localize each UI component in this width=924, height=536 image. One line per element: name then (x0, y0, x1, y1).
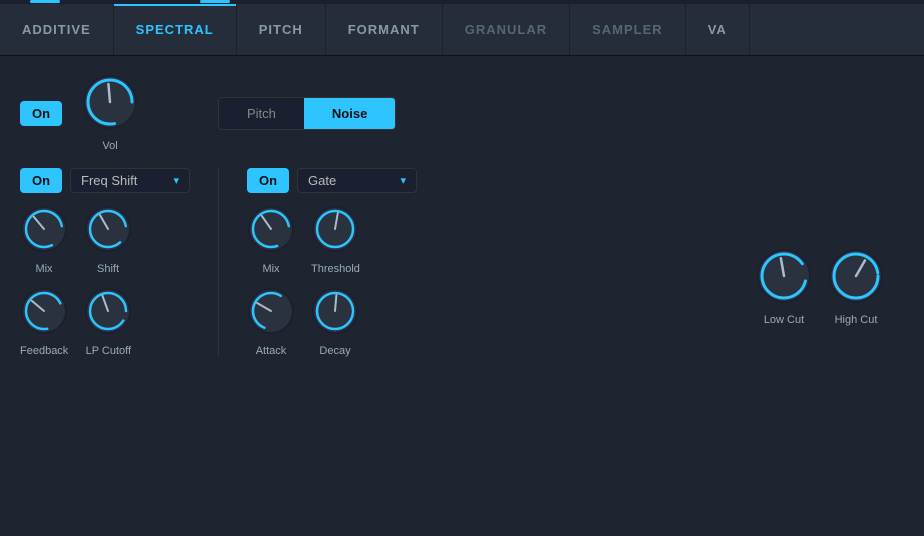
gate-knobs-top: Mix Threshold (247, 205, 417, 275)
freq-shift-arrow-icon: ▾ (173, 174, 179, 187)
low-cut-knob-container: Low Cut (756, 248, 812, 326)
filter-section: Low Cut High Cut (756, 248, 884, 326)
freq-shift-mix-knob[interactable] (20, 205, 68, 253)
freq-shift-mix-label: Mix (35, 263, 52, 275)
tab-additive[interactable]: ADDITIVE (0, 4, 114, 55)
gate-dropdown[interactable]: Gate ▾ (297, 168, 417, 193)
gate-arrow-icon: ▾ (400, 174, 406, 187)
row2: On Freq Shift ▾ Mix (20, 168, 904, 357)
gate-group: On Gate ▾ Mix (247, 168, 417, 357)
vol-knob[interactable] (82, 74, 138, 130)
attack-label: Attack (256, 345, 287, 357)
noise-button[interactable]: Noise (304, 98, 395, 129)
vol-knob-container: Vol (82, 74, 138, 152)
decay-knob-container: Decay (311, 287, 359, 357)
pitch-button[interactable]: Pitch (219, 98, 304, 129)
gate-on-button[interactable]: On (247, 168, 289, 193)
tab-formant[interactable]: FORMANT (326, 4, 443, 55)
freq-shift-group: On Freq Shift ▾ Mix (20, 168, 190, 357)
tab-granular[interactable]: GRANULAR (443, 4, 570, 55)
threshold-knob-container: Threshold (311, 205, 360, 275)
attack-knob[interactable] (247, 287, 295, 335)
gate-mix-label: Mix (262, 263, 279, 275)
tab-sampler[interactable]: SAMPLER (570, 4, 686, 55)
tab-pitch[interactable]: PITCH (237, 4, 326, 55)
decay-label: Decay (319, 345, 350, 357)
main-panel: On Vol Pitch Noise On Freq Shift ▾ (0, 56, 924, 536)
freq-shift-knobs-bottom: Feedback LP Cutoff (20, 287, 190, 357)
decay-knob[interactable] (311, 287, 359, 335)
tab-spectral[interactable]: SPECTRAL (114, 4, 237, 55)
filter-knobs: Low Cut High Cut (756, 248, 884, 326)
gate-header: On Gate ▾ (247, 168, 417, 193)
row1: On Vol Pitch Noise (20, 74, 904, 152)
lp-cutoff-knob[interactable] (84, 287, 132, 335)
gate-mix-knob[interactable] (247, 205, 295, 253)
high-cut-label: High Cut (835, 314, 878, 326)
freq-shift-dropdown[interactable]: Freq Shift ▾ (70, 168, 190, 193)
feedback-label: Feedback (20, 345, 68, 357)
lp-cutoff-knob-container: LP Cutoff (84, 287, 132, 357)
gate-knobs-bottom: Attack Decay (247, 287, 417, 357)
freq-shift-shift-knob-container: Shift (84, 205, 132, 275)
separator (218, 168, 219, 357)
tab-va[interactable]: VA (686, 4, 750, 55)
pitch-noise-group: Pitch Noise (218, 97, 396, 130)
vol-on-button[interactable]: On (20, 101, 62, 126)
freq-shift-shift-knob[interactable] (84, 205, 132, 253)
threshold-knob[interactable] (311, 205, 359, 253)
vol-label: Vol (102, 140, 117, 152)
gate-mix-knob-container: Mix (247, 205, 295, 275)
threshold-label: Threshold (311, 263, 360, 275)
freq-shift-on-button[interactable]: On (20, 168, 62, 193)
freq-shift-knobs-top: Mix Shift (20, 205, 190, 275)
attack-knob-container: Attack (247, 287, 295, 357)
high-cut-knob-container: High Cut (828, 248, 884, 326)
high-cut-knob[interactable] (828, 248, 884, 304)
low-cut-label: Low Cut (764, 314, 804, 326)
feedback-knob[interactable] (20, 287, 68, 335)
freq-shift-shift-label: Shift (97, 263, 119, 275)
low-cut-knob[interactable] (756, 248, 812, 304)
feedback-knob-container: Feedback (20, 287, 68, 357)
lp-cutoff-label: LP Cutoff (86, 345, 131, 357)
freq-shift-header: On Freq Shift ▾ (20, 168, 190, 193)
tab-bar: ADDITIVE SPECTRAL PITCH FORMANT GRANULAR… (0, 4, 924, 56)
freq-shift-mix-knob-container: Mix (20, 205, 68, 275)
